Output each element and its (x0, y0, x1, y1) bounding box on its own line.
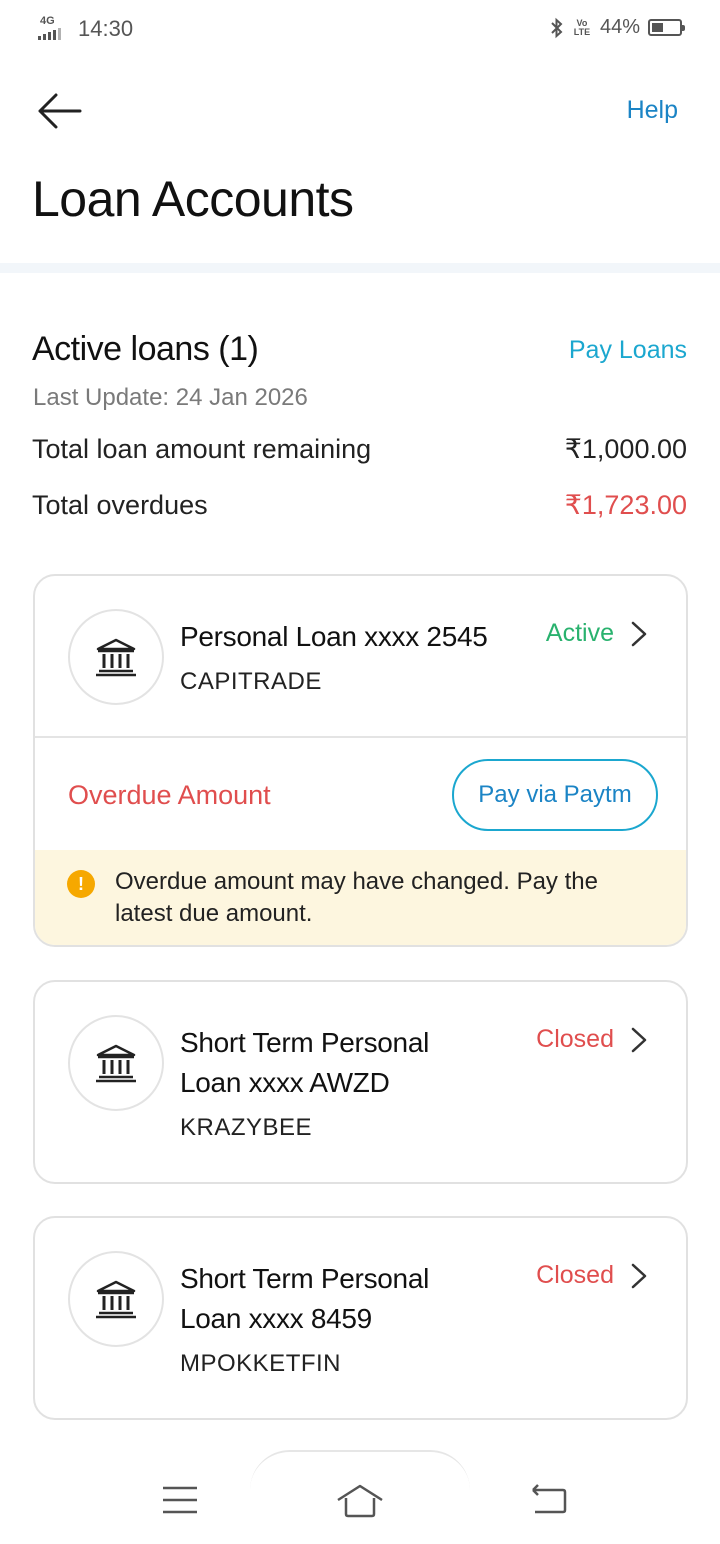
bank-icon (96, 638, 136, 677)
cellular-signal-icon: 4G (38, 16, 70, 42)
total-overdues-label: Total overdues (32, 490, 208, 520)
arrow-left-icon (38, 93, 82, 129)
status-left: 4G 14:30 (38, 16, 133, 42)
back-button[interactable] (36, 88, 86, 134)
card-divider (35, 736, 686, 738)
active-loans-heading: Active loans (1) (32, 330, 259, 368)
bank-icon (96, 1044, 136, 1083)
total-remaining-value: ₹1,000.00 (564, 434, 687, 464)
nav-back-button[interactable] (525, 1480, 575, 1520)
bluetooth-icon (551, 17, 563, 38)
battery-icon (648, 19, 685, 36)
total-overdues-value: ₹1,723.00 (564, 490, 687, 520)
help-link[interactable]: Help (627, 96, 678, 125)
bank-logo (68, 1251, 164, 1347)
return-icon (532, 1484, 567, 1514)
loan-card-active[interactable]: Personal Loan xxxx 2545 CAPITRADE Active… (33, 574, 688, 947)
pay-via-paytm-button[interactable]: Pay via Paytm (452, 759, 658, 831)
chevron-right-icon[interactable] (630, 1262, 648, 1290)
loan-name: Short Term Personal Loan xxxx 8459 (180, 1263, 430, 1334)
lender-name: KRAZYBEE (180, 1114, 313, 1141)
chevron-right-icon[interactable] (630, 1026, 648, 1054)
bank-logo (68, 609, 164, 705)
status-bar: 4G 14:30 Vo LTE 44% (0, 0, 720, 60)
home-icon (337, 1484, 383, 1518)
lender-name: MPOKKETFIN (180, 1350, 342, 1377)
volte-icon: Vo LTE (573, 17, 591, 37)
total-remaining-label: Total loan amount remaining (32, 434, 372, 464)
loan-card-closed[interactable]: Short Term Personal Loan xxxx AWZD KRAZY… (33, 980, 688, 1184)
warning-icon: ! (67, 870, 95, 898)
network-type: 4G (40, 15, 55, 27)
loan-card-closed[interactable]: Short Term Personal Loan xxxx 8459 MPOKK… (33, 1216, 688, 1420)
chevron-right-icon[interactable] (630, 620, 648, 648)
bank-icon (96, 1280, 136, 1319)
bank-logo (68, 1015, 164, 1111)
nav-menu-button[interactable] (155, 1480, 205, 1520)
loan-status-badge: Active (545, 619, 614, 647)
last-update-text: Last Update: 24 Jan 2026 (33, 384, 308, 411)
lender-name: CAPITRADE (180, 668, 322, 695)
system-nav-bar (0, 1458, 720, 1544)
status-right: Vo LTE 44% (550, 16, 685, 39)
page-title: Loan Accounts (32, 171, 354, 227)
loan-name: Short Term Personal Loan xxxx AWZD (180, 1027, 430, 1098)
section-divider (0, 263, 720, 273)
battery-percent: 44% (599, 16, 640, 38)
loan-status-badge: Closed (536, 1025, 614, 1053)
loan-status-badge: Closed (536, 1261, 614, 1289)
nav-home-button[interactable] (335, 1480, 385, 1520)
overdue-warning-banner: ! Overdue amount may have changed. Pay t… (35, 850, 686, 945)
clock: 14:30 (78, 16, 134, 41)
warning-text: Overdue amount may have changed. Pay the… (115, 868, 598, 927)
overdue-amount-label: Overdue Amount (68, 780, 271, 810)
pay-loans-link[interactable]: Pay Loans (569, 336, 687, 365)
loan-name: Personal Loan xxxx 2545 (180, 621, 488, 652)
menu-icon (163, 1486, 197, 1514)
